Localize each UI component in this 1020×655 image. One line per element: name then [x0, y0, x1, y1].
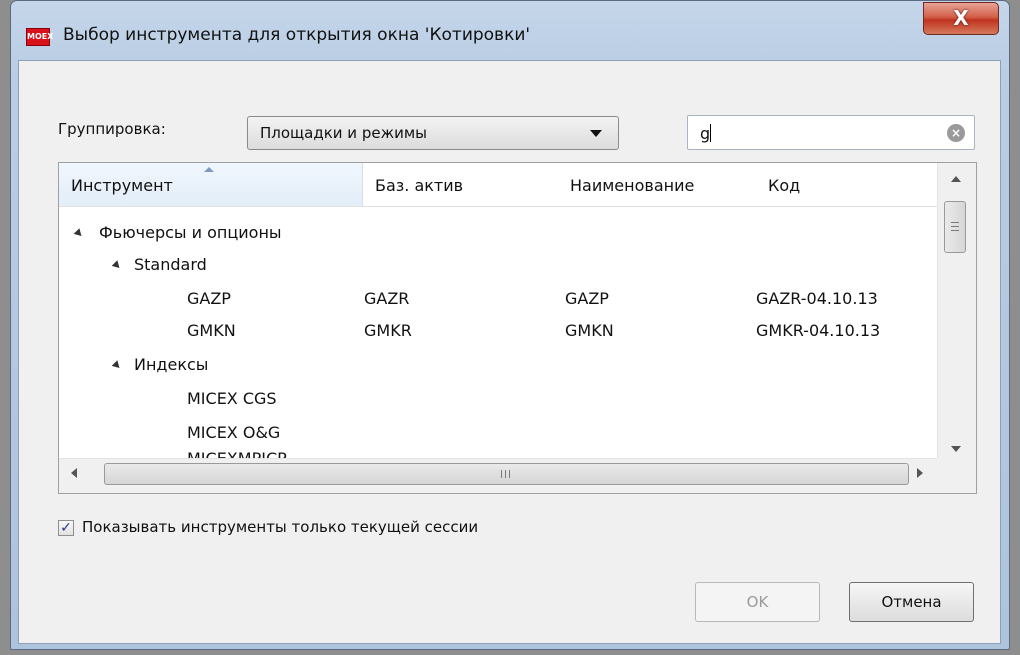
cell-base-asset: GAZR [364, 289, 410, 308]
grid-header: Инструмент Баз. актив Наименование Код [59, 163, 939, 207]
cell-name: GAZP [565, 289, 609, 308]
ok-button[interactable]: OK [695, 582, 820, 622]
table-row[interactable]: GAZP GAZR GAZP GAZR-04.10.13 [59, 283, 937, 315]
column-header-name[interactable]: Наименование [558, 163, 756, 206]
search-input[interactable]: g × [687, 115, 975, 150]
grip-line [951, 230, 959, 231]
grouping-dropdown-value: Площадки и режимы [260, 124, 427, 142]
current-session-label[interactable]: Показывать инструменты только текущей се… [82, 518, 478, 536]
column-header-code[interactable]: Код [756, 163, 936, 206]
current-session-checkbox[interactable]: ✓ [58, 520, 74, 536]
grip-line [951, 222, 959, 223]
cell-code: GAZR-04.10.13 [756, 289, 878, 308]
cancel-button[interactable]: Отмена [849, 582, 974, 622]
cell-instrument: MICEX CGS [187, 389, 277, 408]
horizontal-scroll-thumb[interactable] [104, 463, 909, 485]
instruments-grid: Инструмент Баз. актив Наименование Код Ф… [58, 162, 977, 494]
column-header-instrument-label: Инструмент [71, 176, 173, 195]
grip-line [509, 470, 510, 478]
close-button[interactable]: X [923, 2, 999, 35]
column-header-instrument[interactable]: Инструмент [59, 163, 363, 206]
sort-ascending-icon [204, 167, 214, 172]
grouping-dropdown[interactable]: Площадки и режимы [247, 116, 619, 150]
scroll-right-icon[interactable] [917, 468, 923, 478]
cell-code: GMKR-04.10.13 [756, 321, 881, 340]
tree-group-label: Standard [134, 255, 207, 274]
table-row[interactable]: GMKN GMKR GMKN GMKR-04.10.13 [59, 315, 937, 347]
moex-icon: MOEX [26, 28, 53, 46]
cell-instrument: GMKN [187, 321, 236, 340]
expanded-triangle-icon [73, 228, 85, 239]
expanded-triangle-icon [111, 360, 123, 371]
text-caret [710, 124, 712, 142]
window-title: Выбор инструмента для открытия окна 'Кот… [63, 25, 531, 45]
grouping-label: Группировка: [58, 120, 166, 138]
grip-line [951, 226, 959, 227]
horizontal-scrollbar[interactable] [59, 458, 937, 493]
vertical-scrollbar[interactable] [937, 163, 976, 458]
tree-group-label: Индексы [134, 355, 209, 374]
scroll-down-icon[interactable] [951, 446, 961, 452]
scroll-up-icon[interactable] [951, 176, 961, 182]
vertical-scroll-thumb[interactable] [944, 201, 966, 253]
search-value: g [700, 124, 711, 143]
cell-instrument: GAZP [187, 289, 231, 308]
tree-group-label: Фьючерсы и опционы [99, 223, 282, 242]
search-text: g [700, 124, 712, 143]
title-bar[interactable]: MOEX Выбор инструмента для открытия окна… [11, 1, 1009, 61]
scroll-left-icon[interactable] [71, 468, 77, 478]
grip-line [505, 470, 506, 478]
table-row[interactable]: MICEX CGS [59, 383, 937, 415]
clear-search-icon[interactable]: × [947, 124, 965, 142]
expanded-triangle-icon [111, 260, 123, 271]
cell-base-asset: GMKR [364, 321, 412, 340]
grip-line [501, 470, 502, 478]
chevron-down-icon [590, 130, 602, 137]
column-header-base-asset[interactable]: Баз. актив [363, 163, 558, 206]
cell-name: GMKN [565, 321, 614, 340]
scrollbar-corner [937, 458, 976, 493]
